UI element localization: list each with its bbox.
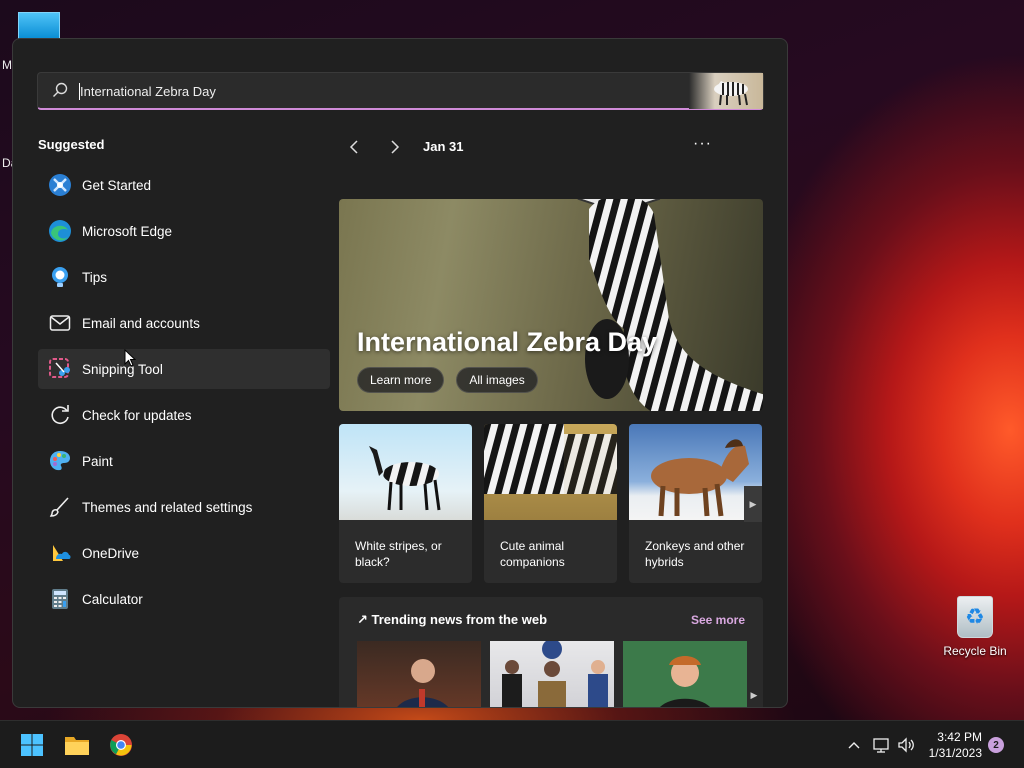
card-caption: Zonkeys and other hybrids xyxy=(645,539,745,569)
search-box[interactable] xyxy=(37,72,764,110)
file-explorer-button[interactable] xyxy=(61,729,93,761)
chrome-icon xyxy=(110,734,132,756)
previous-day-button[interactable] xyxy=(343,135,367,159)
brush-icon xyxy=(48,495,72,519)
clock-date: 1/31/2023 xyxy=(928,746,982,760)
folder-icon xyxy=(65,737,89,755)
news-thumbnail[interactable] xyxy=(623,641,747,707)
more-options-button[interactable]: ··· xyxy=(693,135,712,153)
highlights-date: Jan 31 xyxy=(423,139,464,154)
clock[interactable]: 3:42 PM 1/31/2023 xyxy=(918,729,982,761)
onedrive-icon xyxy=(48,541,72,565)
edge-icon xyxy=(48,219,72,243)
suggested-item-check-for-updates[interactable]: Check for updates xyxy=(38,395,330,435)
recycle-bin-icon xyxy=(957,596,993,638)
suggested-item-email-and-accounts[interactable]: Email and accounts xyxy=(38,303,330,343)
volume-button[interactable] xyxy=(896,735,916,755)
highlight-card[interactable]: Cute animal companions xyxy=(484,424,617,583)
zebras-grazing-image xyxy=(484,424,617,520)
suggested-item-label: Paint xyxy=(82,453,113,469)
suggested-item-tips[interactable]: Tips xyxy=(38,257,330,297)
snipping-tool-icon xyxy=(48,357,72,381)
start-button[interactable] xyxy=(16,729,48,761)
clock-time: 3:42 PM xyxy=(937,730,982,744)
suggested-item-get-started[interactable]: Get Started xyxy=(38,165,330,205)
highlights-nav: Jan 31 ··· xyxy=(343,135,763,159)
zebra-image xyxy=(339,424,472,520)
trending-news-title: ↗ Trending news from the web xyxy=(357,612,548,627)
suggested-heading: Suggested xyxy=(38,137,105,152)
highlight-cards: White stripes, or black? Cute animal com… xyxy=(339,424,763,584)
suggested-item-onedrive[interactable]: OneDrive xyxy=(38,533,330,573)
suggested-item-label: OneDrive xyxy=(82,545,140,561)
refresh-icon xyxy=(48,403,72,427)
chevron-up-icon xyxy=(848,742,860,749)
zebra-hero-image xyxy=(577,199,763,411)
taskbar: 3:42 PM 1/31/2023 2 xyxy=(0,720,1024,768)
calculator-icon xyxy=(48,587,72,611)
chevron-left-icon xyxy=(349,140,358,154)
search-panel: Suggested Get Started Microsoft Edge Tip… xyxy=(12,38,788,708)
suggested-item-snipping-tool[interactable]: Snipping Tool xyxy=(38,349,330,389)
suggested-item-themes-and-related-settings[interactable]: Themes and related settings xyxy=(38,487,330,527)
chevron-right-icon: ▶ xyxy=(750,689,758,700)
suggested-item-label: Tips xyxy=(82,269,108,285)
search-icon xyxy=(53,82,68,97)
zebra-thumbnail xyxy=(689,73,763,109)
trending-news: ↗ Trending news from the web See more ▶ xyxy=(339,597,763,707)
suggested-item-label: Calculator xyxy=(82,591,143,607)
paint-icon xyxy=(48,449,72,473)
tips-icon xyxy=(48,265,72,289)
suggested-item-label: Snipping Tool xyxy=(82,361,163,377)
chevron-right-icon: ▶ xyxy=(749,498,757,509)
suggested-item-label: Themes and related settings xyxy=(82,499,253,515)
suggested-list: Get Started Microsoft Edge Tips Email an… xyxy=(38,165,330,625)
suggested-item-microsoft-edge[interactable]: Microsoft Edge xyxy=(38,211,330,251)
recycle-bin-label: Recycle Bin xyxy=(943,644,1007,658)
news-next-button[interactable]: ▶ xyxy=(746,683,762,707)
recycle-bin[interactable]: Recycle Bin xyxy=(940,596,1010,658)
suggested-item-label: Microsoft Edge xyxy=(82,223,173,239)
windows-logo-icon xyxy=(21,734,43,756)
news-thumbnail[interactable] xyxy=(490,641,614,707)
mouse-cursor-icon xyxy=(124,349,136,367)
suggested-item-label: Get Started xyxy=(82,177,152,193)
next-day-button[interactable] xyxy=(383,135,407,159)
desktop-label-fragment: M xyxy=(2,58,12,72)
all-images-button[interactable]: All images xyxy=(456,367,538,393)
network-button[interactable] xyxy=(871,735,891,755)
see-more-link[interactable]: See more xyxy=(691,613,745,627)
search-input[interactable] xyxy=(80,78,680,104)
highlight-card[interactable]: Zonkeys and other hybrids xyxy=(629,424,762,583)
trending-icon: ↗ xyxy=(357,612,372,627)
card-caption: Cute animal companions xyxy=(500,539,565,569)
card-caption: White stripes, or black? xyxy=(355,539,442,569)
suggested-item-label: Check for updates xyxy=(82,407,192,423)
notification-badge[interactable]: 2 xyxy=(988,737,1004,753)
hero-title: International Zebra Day xyxy=(357,327,658,357)
chevron-right-icon xyxy=(391,140,400,154)
highlight-card[interactable]: White stripes, or black? xyxy=(339,424,472,583)
suggested-item-calculator[interactable]: Calculator xyxy=(38,579,330,619)
learn-more-button[interactable]: Learn more xyxy=(357,367,445,393)
mail-icon xyxy=(48,311,72,335)
zonkey-image xyxy=(629,424,762,520)
hero-card[interactable]: International Zebra Day Learn more All i… xyxy=(339,199,763,411)
suggested-item-label: Email and accounts xyxy=(82,315,200,331)
get-started-icon xyxy=(48,173,72,197)
chrome-button[interactable] xyxy=(105,729,137,761)
cards-next-button[interactable]: ▶ xyxy=(744,486,762,522)
show-hidden-icons-button[interactable] xyxy=(844,735,864,755)
speaker-icon xyxy=(898,737,914,753)
suggested-item-paint[interactable]: Paint xyxy=(38,441,330,481)
network-icon xyxy=(873,738,889,753)
news-thumbnail[interactable] xyxy=(357,641,481,707)
